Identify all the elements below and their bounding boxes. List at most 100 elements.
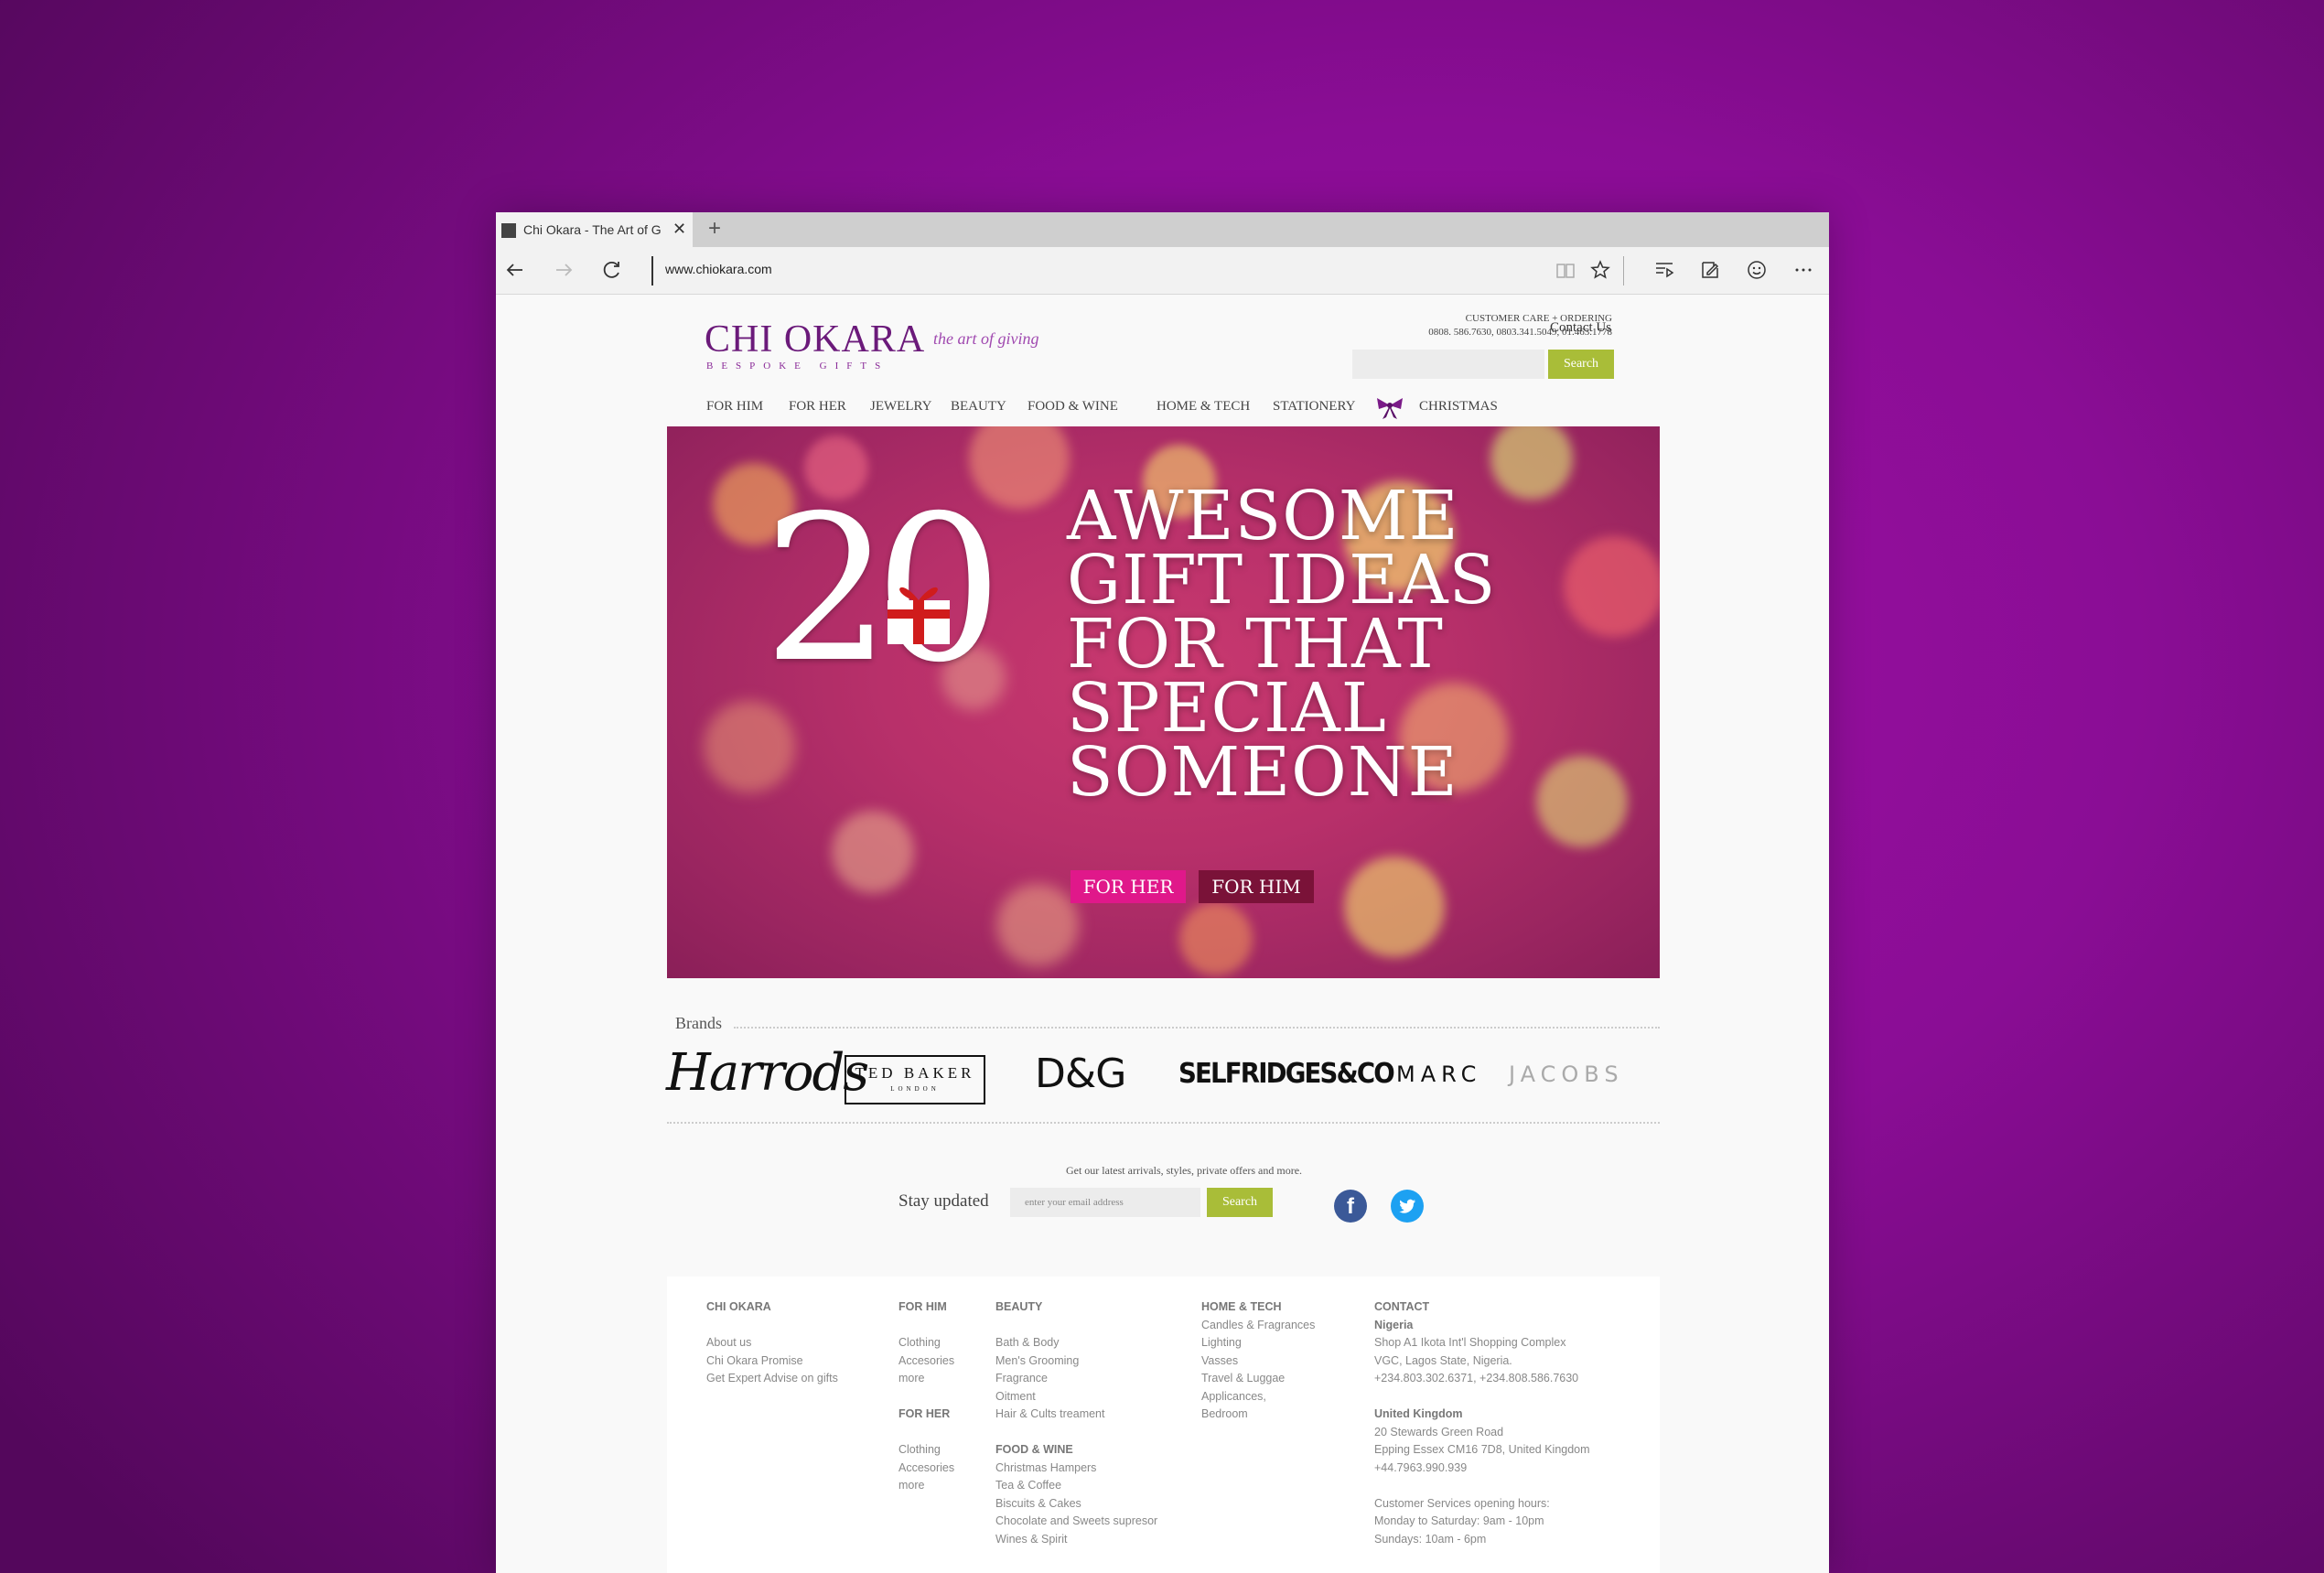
favorite-button[interactable] — [1585, 254, 1616, 286]
hub-button[interactable] — [1649, 254, 1680, 286]
footer-link[interactable]: Travel & Luggae — [1201, 1370, 1315, 1388]
brand-jacobs[interactable]: JACOBS — [1509, 1061, 1624, 1087]
feedback-button[interactable] — [1741, 254, 1772, 286]
footer-address-line: Epping Essex CM16 7D8, United Kingdom — [1374, 1443, 1590, 1456]
footer-link[interactable]: Christmas Hampers — [995, 1460, 1157, 1478]
search-button[interactable]: Search — [1548, 350, 1614, 379]
bokeh-light — [1490, 426, 1573, 500]
footer-beauty-title: BEAUTY — [995, 1300, 1043, 1313]
refresh-button[interactable] — [597, 254, 628, 286]
footer-link[interactable]: Bath & Body — [995, 1334, 1157, 1352]
bokeh-light — [832, 811, 914, 893]
bokeh-light — [996, 884, 1079, 966]
more-button[interactable] — [1788, 254, 1819, 286]
bokeh-light — [1344, 857, 1445, 957]
footer-link[interactable]: Bedroom — [1201, 1406, 1315, 1424]
footer-contact-title: CONTACT — [1374, 1300, 1430, 1313]
footer-link[interactable]: more — [898, 1370, 954, 1388]
back-button[interactable] — [500, 254, 531, 286]
logo-subtitle: BESPOKE GIFTS — [706, 361, 889, 372]
twitter-icon[interactable] — [1391, 1190, 1424, 1223]
brand-dg[interactable]: D&G — [1035, 1050, 1126, 1097]
star-icon — [1590, 260, 1610, 279]
refresh-icon — [603, 261, 619, 278]
close-tab-icon[interactable]: ✕ — [672, 219, 686, 239]
footer-hours-line: Monday to Saturday: 9am - 10pm — [1374, 1514, 1544, 1527]
brands-divider-bottom — [667, 1122, 1660, 1124]
brand-marc[interactable]: MARC — [1396, 1061, 1481, 1087]
nav-home-tech[interactable]: HOME & TECH — [1157, 399, 1250, 415]
nav-for-him[interactable]: FOR HIM — [706, 399, 763, 415]
for-him-button[interactable]: FOR HIM — [1199, 870, 1314, 903]
nav-for-her[interactable]: FOR HER — [789, 399, 846, 415]
footer-link[interactable]: Chocolate and Sweets supresor — [995, 1513, 1157, 1531]
url-field[interactable]: www.chiokara.com — [665, 262, 772, 276]
nav-jewelry[interactable]: JEWELRY — [870, 399, 932, 415]
footer-link[interactable]: Men's Grooming — [995, 1352, 1157, 1371]
footer-link[interactable]: more — [898, 1477, 954, 1495]
footer-him-title: FOR HIM — [898, 1300, 947, 1313]
footer: CHI OKARA About us Chi Okara Promise Get… — [667, 1277, 1660, 1573]
brand-harrods[interactable]: Harrods — [666, 1043, 869, 1103]
hero-line-2: GIFT IDEAS — [1067, 541, 1497, 620]
footer-home-title: HOME & TECH — [1201, 1300, 1282, 1313]
toolbar-separator — [1623, 256, 1624, 286]
footer-link[interactable]: About us — [706, 1334, 838, 1352]
new-tab-icon[interactable]: + — [708, 216, 721, 242]
for-her-button[interactable]: FOR HER — [1071, 870, 1186, 903]
twitter-bird-icon — [1399, 1199, 1415, 1213]
footer-link[interactable]: Accesories — [898, 1352, 954, 1371]
forward-button[interactable] — [548, 254, 579, 286]
bow-icon — [1377, 398, 1403, 419]
footer-link[interactable]: Candles & Fragrances — [1201, 1317, 1315, 1335]
nav-christmas[interactable]: CHRISTMAS — [1419, 399, 1498, 415]
facebook-icon[interactable]: f — [1334, 1190, 1367, 1223]
active-tab[interactable]: Chi Okara - The Art of Giv ✕ — [496, 212, 693, 247]
brands-divider-top — [734, 1027, 1660, 1029]
footer-link[interactable]: Clothing — [898, 1441, 954, 1460]
footer-link[interactable]: Applicances, — [1201, 1388, 1315, 1406]
footer-link[interactable]: Hair & Cults treament — [995, 1406, 1157, 1424]
nav-stationery[interactable]: STATIONERY — [1273, 399, 1355, 415]
brand-ted-baker[interactable]: TED BAKER LONDON — [845, 1055, 985, 1104]
logo-name[interactable]: CHI OKARA — [705, 318, 925, 361]
footer-hours-line: Sundays: 10am - 6pm — [1374, 1532, 1487, 1546]
reading-view-button[interactable] — [1550, 254, 1581, 286]
footer-link[interactable]: Lighting — [1201, 1334, 1315, 1352]
browser-window: Chi Okara - The Art of Giv ✕ + www.chiok… — [496, 212, 1829, 1573]
footer-phone-line: +44.7963.990.939 — [1374, 1460, 1468, 1474]
hero-banner[interactable]: 20 AWESOME GIFT IDEAS FOR THAT SPECIAL S… — [667, 426, 1660, 978]
contact-us-link[interactable]: Contact Us — [1550, 320, 1611, 336]
footer-link[interactable]: Biscuits & Cakes — [995, 1495, 1157, 1514]
hero-line-4: SPECIAL — [1067, 669, 1387, 748]
web-note-button[interactable] — [1695, 254, 1726, 286]
footer-link[interactable]: Oitment — [995, 1388, 1157, 1406]
gift-box-icon — [888, 587, 950, 644]
search-input[interactable] — [1352, 350, 1544, 379]
footer-link[interactable]: Get Expert Advise on gifts — [706, 1370, 838, 1388]
footer-her-title: FOR HER — [898, 1407, 951, 1420]
brands-label: Brands — [675, 1014, 722, 1032]
favicon-icon — [501, 223, 516, 238]
footer-link[interactable]: Fragrance — [995, 1370, 1157, 1388]
footer-link[interactable]: Clothing — [898, 1334, 954, 1352]
nav-food-wine[interactable]: FOOD & WINE — [1028, 399, 1118, 415]
bokeh-light — [1536, 756, 1628, 847]
subscribe-button[interactable]: Search — [1207, 1188, 1273, 1217]
stay-updated-label: Stay updated — [898, 1191, 989, 1211]
nav-beauty[interactable]: BEAUTY — [951, 399, 1006, 415]
footer-link[interactable]: Vasses — [1201, 1352, 1315, 1371]
footer-nigeria-title: Nigeria — [1374, 1318, 1414, 1331]
footer-link[interactable]: Accesories — [898, 1460, 954, 1478]
footer-address-line: VGC, Lagos State, Nigeria. — [1374, 1353, 1512, 1367]
footer-link[interactable]: Tea & Coffee — [995, 1477, 1157, 1495]
tab-bar: Chi Okara - The Art of Giv ✕ + — [496, 212, 1829, 247]
footer-link[interactable]: Chi Okara Promise — [706, 1352, 838, 1371]
brand-selfridges[interactable]: SELFRIDGES&CO — [1178, 1058, 1395, 1090]
footer-link[interactable]: Wines & Spirit — [995, 1531, 1157, 1549]
smiley-icon — [1748, 261, 1766, 279]
email-placeholder: enter your email address — [1025, 1197, 1124, 1208]
tab-title: Chi Okara - The Art of Giv — [523, 222, 661, 237]
brand-ted-baker-sub: LONDON — [890, 1085, 940, 1093]
hero-line-3: FOR THAT — [1067, 605, 1444, 684]
